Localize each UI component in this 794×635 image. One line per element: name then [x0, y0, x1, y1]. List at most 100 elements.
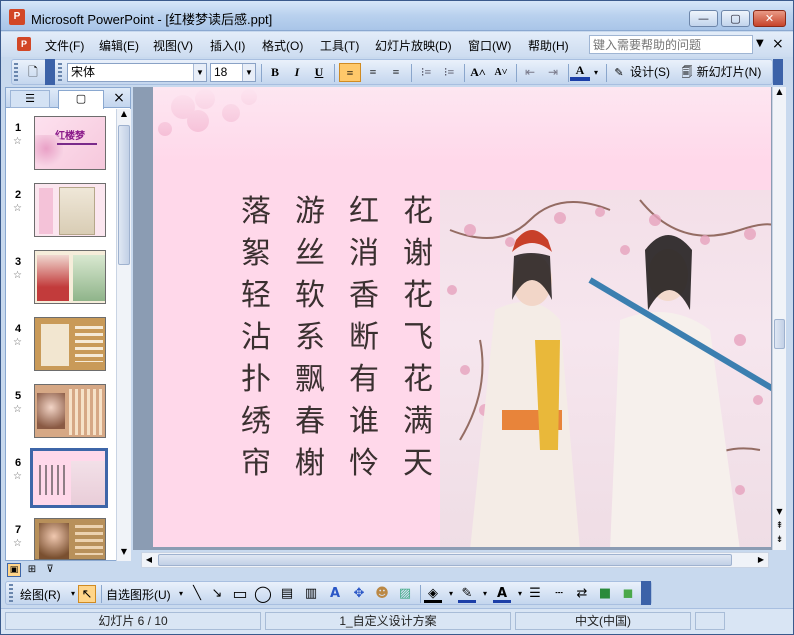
powerpoint-app-icon[interactable]: P — [9, 9, 25, 25]
line-color-icon[interactable]: ✎ — [458, 585, 476, 603]
arrow-icon[interactable]: ↘ — [208, 585, 226, 603]
slide-photo[interactable] — [440, 190, 771, 547]
scroll-left-icon[interactable]: ◀ — [142, 553, 156, 567]
font-size-dropdown-icon[interactable]: ▼ — [242, 64, 255, 81]
textbox-icon[interactable]: ▤ — [278, 585, 296, 603]
3d-style-icon[interactable]: ◼ — [619, 585, 637, 603]
clipart-icon[interactable]: ☻ — [373, 585, 391, 603]
underline-button[interactable]: U — [309, 63, 329, 82]
slideshow-view-icon[interactable]: ⊽ — [43, 563, 57, 577]
normal-view-icon[interactable]: ▣ — [7, 563, 21, 577]
slide-thumbnail-2[interactable] — [34, 183, 106, 237]
decrease-indent-icon[interactable]: ⇤ — [519, 63, 541, 82]
menu-tools[interactable]: 工具(T) — [320, 37, 359, 54]
align-center-icon[interactable]: ≡ — [362, 63, 384, 82]
shadow-style-icon[interactable]: ■ — [596, 585, 614, 603]
align-left-icon[interactable]: ≡ — [339, 63, 361, 82]
rectangle-icon[interactable]: ▭ — [231, 585, 249, 603]
oval-icon[interactable]: ◯ — [254, 585, 272, 603]
slides-pane-scrollbar[interactable]: ▲ ▼ — [116, 109, 131, 561]
help-search-input[interactable] — [589, 35, 753, 54]
wordart-icon[interactable]: A — [326, 585, 344, 603]
slide-thumbnail-7[interactable] — [34, 518, 106, 560]
diagram-icon[interactable]: ✥ — [350, 585, 368, 603]
minimize-button[interactable]: — — [689, 10, 718, 27]
slides-tab-icon[interactable]: ▢ — [58, 90, 104, 109]
current-slide[interactable]: 落游红花 絮丝消谢 轻软香花 沾系断飞 扑飘有花 绣春谁满 帘榭怜天 — [153, 87, 771, 547]
font-size-select[interactable]: 18 ▼ — [210, 63, 256, 82]
shrink-font-button[interactable]: A˅ — [490, 63, 512, 82]
font-color-draw-icon[interactable]: A — [493, 585, 511, 603]
line-style-icon[interactable]: ☰ — [526, 585, 544, 603]
slide-horizontal-scrollbar[interactable]: ◀ ▶ — [141, 552, 769, 568]
bold-button[interactable]: B — [265, 63, 285, 82]
document-icon[interactable]: P — [17, 37, 31, 51]
toolbar-grip[interactable] — [14, 63, 18, 81]
scroll-down-icon[interactable]: ▼ — [773, 507, 786, 520]
menu-edit[interactable]: 编辑(E) — [99, 37, 139, 54]
scroll-up-icon[interactable]: ▲ — [117, 109, 131, 123]
outline-tab-icon[interactable]: ☰ — [10, 90, 50, 108]
slide-scroll-thumb[interactable] — [774, 319, 785, 349]
numbering-icon[interactable]: ⁝≡ — [415, 63, 437, 82]
menu-file[interactable]: 文件(F) — [45, 37, 84, 54]
toolbar-grip[interactable] — [9, 584, 13, 602]
line-color-dropdown-icon[interactable]: ▾ — [476, 585, 494, 603]
animation-star-icon: ☆ — [13, 203, 22, 214]
menu-insert[interactable]: 插入(I) — [210, 37, 245, 54]
select-objects-icon[interactable]: ↖ — [78, 585, 96, 603]
toolbar-overflow-left[interactable] — [45, 59, 55, 85]
help-dropdown-icon[interactable]: ▼ — [756, 38, 764, 49]
slide-thumbnail-1[interactable]: 红楼梦 — [34, 116, 106, 170]
new-document-icon[interactable]: 🗋 — [22, 63, 44, 82]
slide-thumbnail-5[interactable] — [34, 384, 106, 438]
pane-close-button[interactable]: × — [110, 90, 128, 108]
document-close-button[interactable]: × — [772, 36, 784, 52]
fill-color-icon[interactable]: ◈ — [424, 585, 442, 603]
font-color-button[interactable]: A — [570, 63, 590, 81]
picture-icon[interactable]: ▨ — [396, 585, 414, 603]
scroll-thumb[interactable] — [118, 125, 130, 265]
font-name-dropdown-icon[interactable]: ▼ — [193, 64, 206, 81]
slide-scrollbar[interactable]: ▲ ▼ ⇞ ⇟ — [772, 87, 786, 550]
slide-thumbnail-4[interactable] — [34, 317, 106, 371]
menu-slideshow[interactable]: 幻灯片放映(D) — [375, 37, 452, 54]
scroll-down-icon[interactable]: ▼ — [117, 547, 131, 561]
powerpoint-window: P Microsoft PowerPoint - [红楼梦读后感.ppt] — … — [0, 0, 794, 635]
autoshapes-button[interactable]: 自选图形(U) — [106, 586, 171, 603]
thumb-poem — [39, 465, 69, 495]
slide-thumbnail-6[interactable] — [30, 448, 108, 508]
maximize-button[interactable]: ▢ — [721, 10, 750, 27]
close-button[interactable]: ✕ — [753, 10, 786, 27]
next-slide-icon[interactable]: ⇟ — [773, 535, 786, 548]
previous-slide-icon[interactable]: ⇞ — [773, 521, 786, 534]
increase-indent-icon[interactable]: ⇥ — [542, 63, 564, 82]
italic-button[interactable]: I — [287, 63, 307, 82]
line-icon[interactable]: ╲ — [188, 585, 206, 603]
drawing-toolbar-overflow[interactable] — [641, 581, 651, 605]
font-color-dropdown-icon[interactable]: ▾ — [591, 63, 601, 82]
menu-view[interactable]: 视图(V) — [153, 37, 193, 54]
vertical-textbox-icon[interactable]: ▥ — [302, 585, 320, 603]
grow-font-button[interactable]: A˄ — [467, 63, 489, 82]
bullets-icon[interactable]: ⁝≡ — [438, 63, 460, 82]
slide-thumbnail-3[interactable] — [34, 250, 106, 304]
toolbar-grip[interactable] — [58, 63, 62, 81]
toolbar-overflow-right[interactable] — [773, 59, 783, 85]
draw-menu-button[interactable]: 绘图(R) — [20, 586, 61, 603]
scroll-right-icon[interactable]: ▶ — [754, 553, 768, 567]
thumb-photo-left — [37, 255, 69, 301]
font-name-select[interactable]: 宋体 ▼ — [67, 63, 207, 82]
slide-sorter-icon[interactable]: ⊞ — [25, 563, 39, 577]
arrow-style-icon[interactable]: ⇄ — [573, 585, 591, 603]
menu-help[interactable]: 帮助(H) — [528, 37, 569, 54]
align-right-icon[interactable]: ≡ — [385, 63, 407, 82]
dash-style-icon[interactable]: ┄ — [550, 585, 568, 603]
poem-text[interactable]: 落游红花 絮丝消谢 轻软香花 沾系断飞 扑飘有花 绣春谁满 帘榭怜天 — [241, 191, 441, 485]
menu-window[interactable]: 窗口(W) — [468, 37, 511, 54]
new-slide-button[interactable]: 新幻灯片(N) — [694, 63, 764, 82]
scroll-up-icon[interactable]: ▲ — [773, 87, 786, 100]
menu-format[interactable]: 格式(O) — [262, 37, 303, 54]
horizontal-scroll-thumb[interactable] — [158, 554, 732, 566]
design-button[interactable]: 设计(S) — [626, 63, 674, 82]
